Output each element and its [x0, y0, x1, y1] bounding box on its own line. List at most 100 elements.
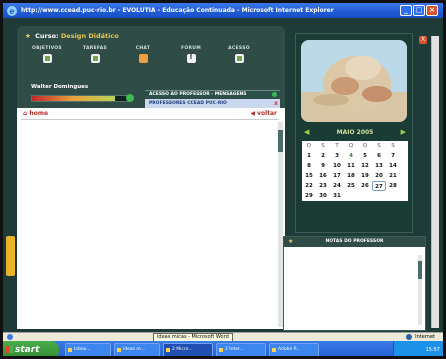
taskbar-item[interactable]: 2 Inter... — [216, 343, 266, 356]
calendar-day[interactable]: 16 — [316, 171, 330, 181]
notes-scroll-thumb[interactable] — [418, 261, 422, 279]
message-recipient: PROFESSORES CCEAD PUC-RIO — [149, 101, 227, 106]
tasks-icon — [90, 54, 100, 63]
calendar-day[interactable]: 29 — [302, 191, 316, 201]
calendar-day[interactable]: 17 — [330, 171, 344, 181]
weekday-label: S — [321, 143, 325, 149]
calendar-header: ◀ MAIO 2005 ▶ — [296, 128, 414, 138]
windows-logo-icon — [6, 346, 13, 353]
home-link[interactable]: ⌂ home — [23, 110, 48, 117]
nav-label: FÓRUM — [181, 46, 201, 51]
content-area: ⌂ home ◀ voltar — [17, 108, 285, 329]
objectives-icon — [42, 54, 52, 63]
course-photo — [301, 40, 407, 122]
calendar-day[interactable]: 11 — [344, 161, 358, 171]
forum-icon — [186, 53, 196, 63]
nav-item-objetivos[interactable]: OBJETIVOS — [27, 46, 67, 63]
close-window-button[interactable]: × — [426, 5, 438, 16]
nav-item-forum[interactable]: FÓRUM — [171, 46, 211, 63]
browser-window: e http://www.ccead.puc-rio.br - EVOLUTIA… — [0, 0, 446, 359]
calendar-day[interactable]: 30 — [316, 191, 330, 201]
minimize-button[interactable]: _ — [400, 5, 412, 16]
weekday-label: Q — [348, 143, 354, 149]
calendar-day[interactable]: 10 — [330, 161, 344, 171]
clock[interactable]: 15:57 — [426, 347, 440, 353]
calendar-day[interactable]: 14 — [386, 161, 400, 171]
weekday-label: D — [306, 143, 312, 149]
nav-item-chat[interactable]: CHAT — [123, 46, 163, 63]
calendar-day[interactable]: 12 — [358, 161, 372, 171]
close-message-icon[interactable]: x — [274, 99, 278, 108]
evolutia-app: ★ Curso: Design Didático OBJETIVOS TAREF… — [3, 18, 443, 332]
calendar-grid: D S T Q Q S S 1 2 3 4 5 6 7 8 9 10 11 12… — [302, 141, 408, 201]
calendar-day[interactable]: 26 — [358, 181, 372, 191]
calendar-day[interactable]: 31 — [330, 191, 344, 201]
calendar-day[interactable]: 21 — [386, 171, 400, 181]
calendar-week: 8 9 10 11 12 13 14 — [302, 161, 408, 171]
taskbar-item[interactable]: Adobe P... — [269, 343, 319, 356]
back-arrow-icon: ◀ — [250, 110, 255, 117]
taskbar-item[interactable]: Inbox... — [65, 343, 111, 356]
calendar-day[interactable]: 22 — [302, 181, 316, 191]
home-icon: ⌂ — [23, 110, 28, 117]
calendar-day[interactable]: 5 — [358, 151, 372, 161]
window-title: http://www.ccead.puc-rio.br - EVOLUTIA -… — [21, 7, 334, 14]
calendar-week: 22 23 24 25 26 27 28 — [302, 181, 408, 191]
progress-fill — [32, 96, 116, 101]
taskbar-item[interactable]: ideas m... — [114, 343, 160, 356]
calendar-day[interactable]: 18 — [344, 171, 358, 181]
calendar-day[interactable]: 8 — [302, 161, 316, 171]
notes-scrollbar[interactable] — [418, 255, 422, 325]
message-recipient-select[interactable]: PROFESSORES CCEAD PUC-RIO x — [145, 99, 280, 108]
online-status-icon — [272, 92, 277, 97]
weekday-label: S — [391, 143, 395, 149]
messages-tab[interactable]: ACESSO AO PROFESSOR - MENSAGENS — [145, 90, 280, 98]
calendar-week: 29 30 31 — [302, 191, 408, 201]
next-month-button[interactable]: ▶ — [401, 128, 406, 136]
calendar-day-highlighted[interactable]: 4 — [344, 151, 358, 161]
browser-scrollbar[interactable] — [431, 36, 439, 328]
calendar-day[interactable]: 1 — [302, 151, 316, 161]
nav-item-tarefas[interactable]: TAREFAS — [75, 46, 115, 63]
start-button[interactable]: start — [3, 341, 59, 356]
nav-item-acesso[interactable]: ACESSO — [219, 46, 259, 63]
messages-tab-label: ACESSO AO PROFESSOR - MENSAGENS — [149, 92, 247, 97]
notes-title: NOTAS DO PROFESSOR — [325, 239, 384, 244]
calendar-day[interactable]: 28 — [386, 181, 400, 191]
calendar-day[interactable]: 9 — [316, 161, 330, 171]
calendar-day[interactable]: 3 — [330, 151, 344, 161]
calendar-day[interactable]: 20 — [372, 171, 386, 181]
close-app-button[interactable]: X — [419, 36, 427, 44]
content-scroll-thumb[interactable] — [278, 130, 283, 152]
calendar-day[interactable]: 19 — [358, 171, 372, 181]
nav-label: OBJETIVOS — [32, 46, 62, 51]
calendar-day[interactable]: 13 — [372, 161, 386, 171]
calendar-weekday-row: D S T Q Q S S — [302, 141, 408, 151]
calendar-day-selected[interactable]: 27 — [372, 181, 386, 191]
calendar-day[interactable]: 24 — [330, 181, 344, 191]
weekday-label: T — [335, 143, 339, 149]
progress-check-icon — [126, 94, 134, 102]
calendar-day — [372, 191, 386, 201]
taskbar-item-active[interactable]: 2 Micro... — [163, 343, 213, 356]
back-link[interactable]: ◀ voltar — [250, 110, 277, 117]
window-title-bar[interactable]: e http://www.ccead.puc-rio.br - EVOLUTIA… — [3, 3, 443, 18]
home-link-label: home — [29, 110, 49, 117]
calendar-day[interactable]: 25 — [344, 181, 358, 191]
weekday-label: S — [377, 143, 381, 149]
maximize-button[interactable]: □ — [413, 5, 425, 16]
calendar-day[interactable]: 2 — [316, 151, 330, 161]
calendar-day[interactable]: 23 — [316, 181, 330, 191]
calendar-week: 15 16 17 18 19 20 21 — [302, 171, 408, 181]
course-title: ★ Curso: Design Didático — [25, 32, 119, 40]
teacher-notes-panel: ★ NOTAS DO PROFESSOR — [283, 236, 426, 331]
side-drawer-tab[interactable] — [6, 236, 15, 276]
notes-header: ★ NOTAS DO PROFESSOR — [284, 237, 425, 247]
calendar-day[interactable]: 7 — [386, 151, 400, 161]
calendar-day — [386, 191, 400, 201]
course-name: Design Didático — [60, 32, 119, 40]
sand-hands-photo — [301, 40, 407, 122]
calendar-day[interactable]: 15 — [302, 171, 316, 181]
calendar-day[interactable]: 6 — [372, 151, 386, 161]
star-icon: ★ — [288, 238, 294, 245]
